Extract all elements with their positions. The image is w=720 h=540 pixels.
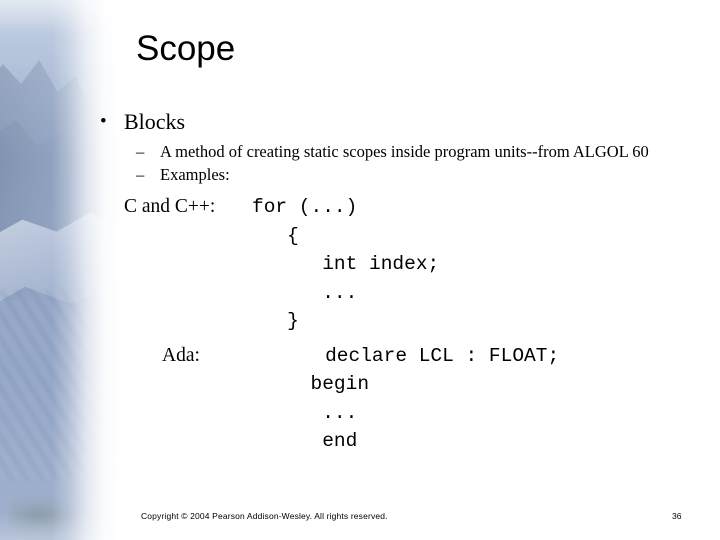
code-line: { [124,222,696,251]
dash-marker-icon: – [136,164,145,184]
code-line: C and C++: for (...) [124,193,696,222]
bullet-level1-blocks: • Blocks [96,108,696,136]
code-example-c: C and C++: for (...) { int index; ... } [96,193,696,336]
code-text: for (...) [252,196,358,218]
dash-marker-icon: – [136,142,145,161]
code-line: Ada: declare LCL : FLOAT; [124,342,696,371]
code-text: ... [252,401,358,424]
code-language-label: Ada: [162,344,200,366]
footer-page-number: 36 [672,511,682,521]
slide-body: • Blocks – A method of creating static s… [96,108,696,456]
code-line: ... [124,399,696,428]
code-text: } [252,310,299,332]
presentation-slide: Scope • Blocks – A method of creating st… [0,0,720,540]
slide-title: Scope [136,29,236,68]
code-line: int index; [124,250,696,279]
bullet-level2-group: – A method of creating static scopes ins… [96,142,696,185]
bullet-level2-text: A method of creating static scopes insid… [160,142,649,161]
bullet-marker-icon: • [100,111,107,132]
code-text: { [252,224,299,247]
bullet-level2-examples: – Examples: [136,165,696,186]
code-line: begin [124,370,696,399]
code-line: end [124,427,696,456]
code-text: declare LCL : FLOAT; [290,344,560,367]
code-text: begin [252,373,370,395]
code-language-label: C and C++: [124,196,216,217]
footer-copyright: Copyright © 2004 Pearson Addison-Wesley.… [141,511,388,521]
code-text: end [252,430,358,452]
bullet-level2-method: – A method of creating static scopes ins… [136,142,696,163]
code-example-ada: Ada: declare LCL : FLOAT; begin ... end [96,342,696,456]
code-text: int index; [252,253,440,275]
bullet-level2-text: Examples: [160,164,230,184]
bullet-level1-text: Blocks [124,109,186,134]
code-line: ... [124,279,696,308]
code-text: ... [252,281,358,304]
code-line: } [124,307,696,336]
